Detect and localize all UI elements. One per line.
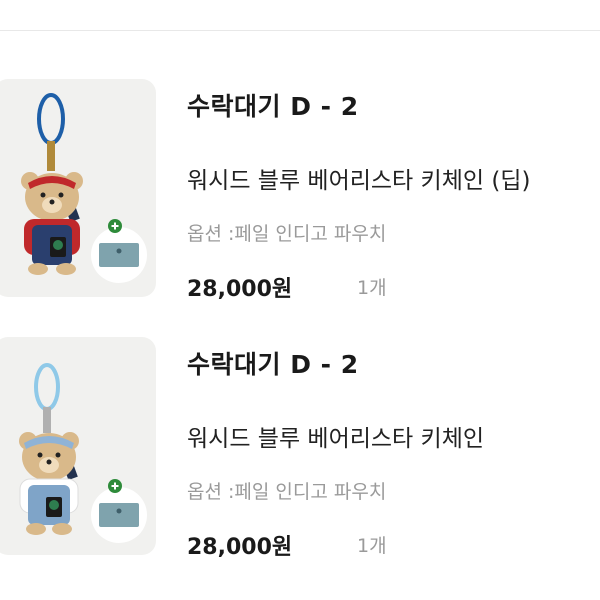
- order-status: 수락대기 D - 2: [187, 350, 359, 379]
- product-title[interactable]: 워시드 블루 베어리스타 키체인: [187, 419, 484, 453]
- top-divider: [0, 30, 600, 31]
- order-status: 수락대기 D - 2: [187, 92, 359, 121]
- product-title[interactable]: 워시드 블루 베어리스타 키체인 (딥): [187, 161, 530, 195]
- product-thumbnail[interactable]: [0, 79, 156, 297]
- order-item[interactable]: 수락대기 D - 2 워시드 블루 베어리스타 키체인 (딥) 옵션 :페일 인…: [0, 79, 600, 302]
- product-quantity: 1개: [357, 277, 387, 299]
- keychain-bear-image: [19, 363, 147, 543]
- order-item[interactable]: 수락대기 D - 2 워시드 블루 베어리스타 키체인 옵션 :페일 인디고 파…: [0, 337, 600, 560]
- keychain-bear-image: [21, 93, 147, 283]
- product-option: 옵션 :페일 인디고 파우치: [187, 223, 387, 245]
- product-price: 28,000원: [187, 535, 293, 560]
- product-price: 28,000원: [187, 277, 293, 302]
- product-quantity: 1개: [357, 535, 387, 557]
- product-thumbnail[interactable]: [0, 337, 156, 555]
- product-option: 옵션 :페일 인디고 파우치: [187, 481, 387, 503]
